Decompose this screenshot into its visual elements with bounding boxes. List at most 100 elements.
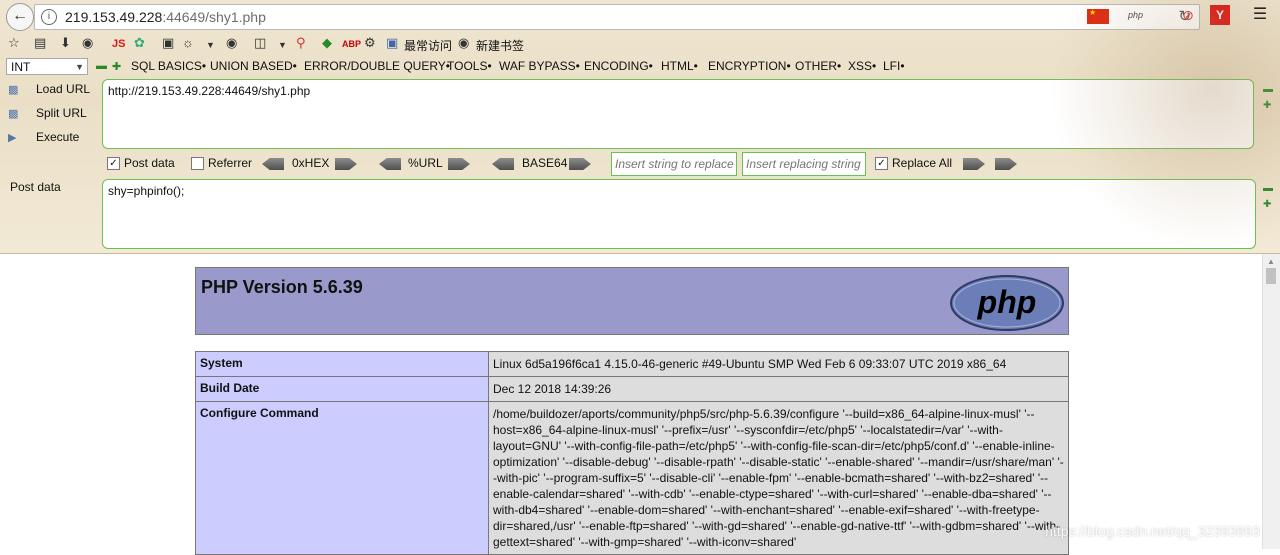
table-row: Build Date Dec 12 2018 14:39:26: [195, 376, 1069, 402]
split-url-icon: ▩: [8, 108, 19, 120]
referrer-checkbox[interactable]: [191, 157, 204, 170]
menu-lfi[interactable]: LFI•: [883, 59, 905, 73]
back-button[interactable]: ←: [6, 3, 34, 31]
row-key: Build Date: [195, 376, 489, 402]
page-icon[interactable]: ◫: [254, 35, 266, 51]
split-url-label: Split URL: [36, 106, 87, 120]
menu-html[interactable]: HTML•: [661, 59, 698, 73]
scroll-up-icon[interactable]: ▲: [1267, 257, 1275, 266]
hex-encode-button[interactable]: [335, 158, 357, 170]
row-key: System: [195, 351, 489, 377]
base64-label: BASE64: [522, 156, 568, 170]
most-visited-link[interactable]: 最常访问: [404, 37, 452, 54]
shield-icon[interactable]: ◆: [322, 35, 332, 51]
execute-icon: ▶: [8, 132, 17, 144]
url-textarea-value: http://219.153.49.228:44649/shy1.php: [108, 84, 311, 98]
menu-sql-basics[interactable]: SQL BASICS•: [131, 59, 206, 73]
chevron-down-icon[interactable]: ▼: [206, 40, 215, 50]
menu-error-double-query[interactable]: ERROR/DOUBLE QUERY•: [304, 59, 450, 73]
plus-icon[interactable]: ✚: [112, 60, 121, 73]
menu-other[interactable]: OTHER•: [795, 59, 841, 73]
row-value: Dec 12 2018 14:39:26: [488, 376, 1069, 402]
js-toggle[interactable]: JS: [112, 38, 125, 50]
execute-button[interactable]: ▶ Execute: [8, 130, 79, 144]
eye-icon[interactable]: ◉: [226, 35, 237, 51]
menu-icon[interactable]: ☰: [1250, 5, 1270, 25]
palette-icon[interactable]: ☼: [182, 35, 194, 50]
scrollbar-thumb[interactable]: [1266, 268, 1276, 284]
clipboard-icon[interactable]: ▤: [34, 35, 46, 51]
replacing-input[interactable]: [743, 153, 865, 175]
url-host: 219.153.49.228: [65, 9, 163, 25]
menu-encryption[interactable]: ENCRYPTION•: [708, 59, 791, 73]
yandex-icon[interactable]: Y: [1210, 5, 1230, 25]
bookmarks-toolbar: ☆ ▤ ⬇ ◉ JS ✿ ▣ ☼ ▼ ◉ ◫ ▼ ⚲ ◆ ABP ⚙ ▣ 最常访…: [0, 32, 1280, 56]
new-bookmark-link[interactable]: 新建书签: [476, 37, 524, 54]
watermark: https://blog.csdn.net/qq_32393893: [1045, 523, 1260, 539]
star-icon[interactable]: ☆: [8, 35, 20, 51]
hackbar-menu: INT ▼ ▬ ✚ SQL BASICS• UNION BASED• ERROR/…: [0, 56, 1280, 78]
split-url-button[interactable]: ▩ Split URL: [8, 106, 87, 120]
phpinfo-table: System Linux 6d5a196f6ca1 4.15.0-46-gene…: [195, 351, 1069, 555]
folder-icon[interactable]: ▣: [386, 35, 398, 51]
url-path: :44649/shy1.php: [162, 9, 266, 25]
execute-label: Execute: [36, 130, 80, 144]
globe-icon[interactable]: ◉: [82, 35, 93, 51]
download-icon[interactable]: ⬇: [60, 35, 71, 51]
url-decode-button[interactable]: [379, 158, 401, 170]
hackbar-options: ✓ Post data Referrer 0xHEX %URL BASE64 ✓…: [0, 152, 1280, 176]
block-icon[interactable]: ⊘: [1178, 5, 1198, 25]
plus-icon[interactable]: ✚: [1263, 100, 1271, 111]
page-scrollbar[interactable]: ▲: [1262, 254, 1280, 549]
image-icon[interactable]: ▣: [162, 35, 174, 51]
site-info-icon[interactable]: i: [41, 9, 57, 25]
replace-all-checkbox[interactable]: ✓: [875, 157, 888, 170]
replace-right-button[interactable]: [995, 158, 1017, 170]
load-url-button[interactable]: ▩ Load URL: [8, 82, 90, 96]
menu-waf-bypass[interactable]: WAF BYPASS•: [499, 59, 580, 73]
type-select[interactable]: INT ▼: [6, 58, 88, 75]
menu-encoding[interactable]: ENCODING•: [584, 59, 653, 73]
menu-xss[interactable]: XSS•: [848, 59, 876, 73]
chevron-down-icon[interactable]: ▼: [278, 40, 287, 50]
search-icon[interactable]: ⚲: [296, 35, 306, 51]
type-select-value: INT: [11, 60, 31, 74]
hex-decode-button[interactable]: [262, 158, 284, 170]
replace-left-button[interactable]: [963, 158, 985, 170]
page-title: PHP Version 5.6.39: [201, 277, 363, 297]
settings-icon[interactable]: ⚙: [364, 35, 376, 51]
post-data-textarea[interactable]: shy=phpinfo();: [102, 179, 1256, 249]
phpinfo-header: PHP Version 5.6.39 php: [195, 267, 1069, 335]
base64-encode-button[interactable]: [569, 158, 591, 170]
menu-tools[interactable]: TOOLS•: [447, 59, 492, 73]
menu-union-based[interactable]: UNION BASED•: [210, 59, 297, 73]
load-url-label: Load URL: [36, 82, 91, 96]
php-logo-text: php: [977, 284, 1037, 320]
post-data-value: shy=phpinfo();: [108, 184, 185, 198]
china-flag-icon: [1087, 8, 1109, 24]
replace-all-label: Replace All: [892, 156, 953, 170]
table-row: System Linux 6d5a196f6ca1 4.15.0-46-gene…: [195, 351, 1069, 377]
search-engine-chip[interactable]: php: [1128, 10, 1143, 20]
post-data-checkbox[interactable]: ✓: [107, 157, 120, 170]
php-logo: php: [950, 275, 1064, 331]
plus-icon[interactable]: ✚: [1263, 199, 1271, 210]
globe-icon[interactable]: ◉: [458, 35, 469, 51]
url-textarea[interactable]: http://219.153.49.228:44649/shy1.php: [102, 79, 1254, 149]
row-value: Linux 6d5a196f6ca1 4.15.0-46-generic #49…: [488, 351, 1069, 377]
chevron-down-icon: ▼: [75, 62, 84, 72]
replace-input[interactable]: [612, 153, 736, 175]
replacing-input-wrap: [742, 152, 866, 176]
adblock-icon[interactable]: ABP: [342, 39, 361, 49]
address-url[interactable]: 219.153.49.228:44649/shy1.php: [65, 9, 266, 25]
table-row: Configure Command /home/buildozer/aports…: [195, 401, 1069, 555]
address-bar[interactable]: i 219.153.49.228:44649/shy1.php php ↻: [34, 4, 1200, 30]
hex-label: 0xHEX: [292, 156, 330, 170]
base64-decode-button[interactable]: [492, 158, 514, 170]
navigation-bar: ← i 219.153.49.228:44649/shy1.php php ↻ …: [0, 0, 1280, 32]
url-encode-button[interactable]: [448, 158, 470, 170]
minus-icon[interactable]: ▬: [1263, 183, 1273, 194]
minus-icon[interactable]: ▬: [96, 60, 107, 72]
addon-icon[interactable]: ✿: [134, 35, 145, 51]
minus-icon[interactable]: ▬: [1263, 84, 1273, 95]
